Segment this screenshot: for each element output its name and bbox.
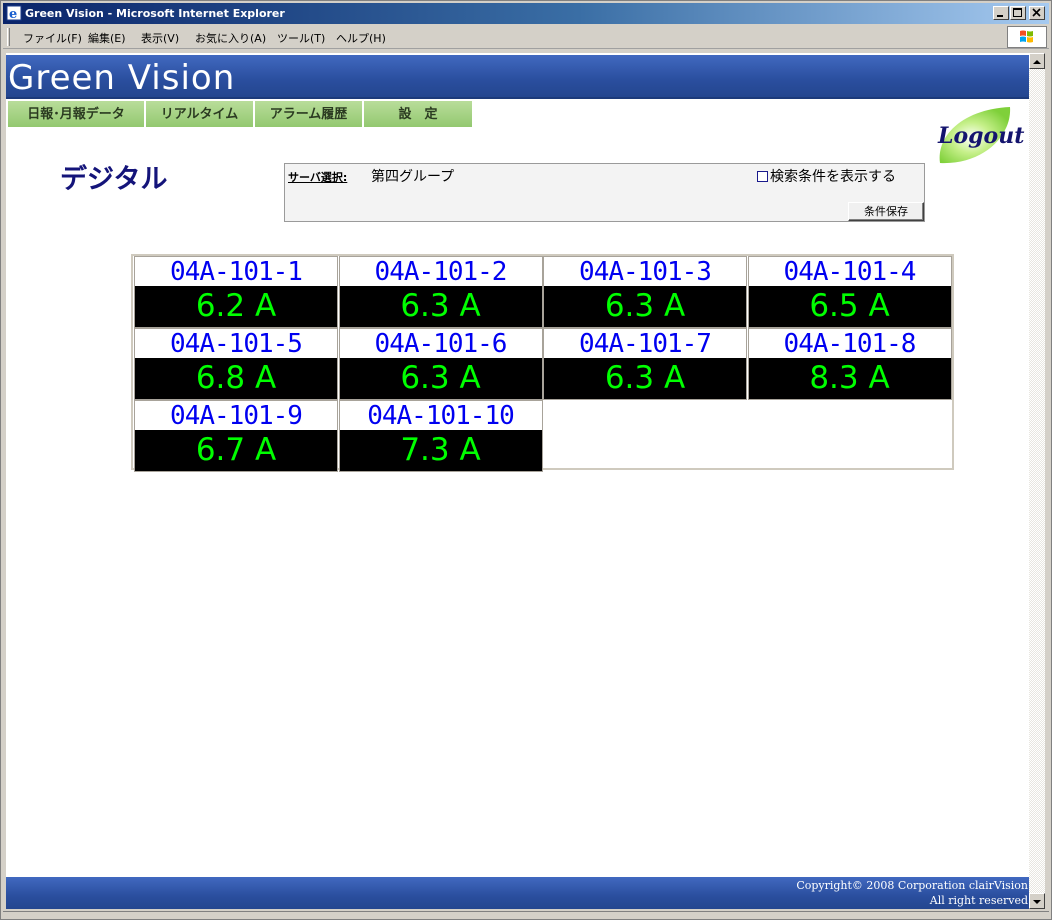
- title-bar[interactable]: e Green Vision - Microsoft Internet Expl…: [3, 3, 1049, 24]
- meter-name: 04A-101-8: [748, 329, 951, 359]
- menu-bar: ファイル(F) 編集(E) 表示(V) お気に入り(A) ツール(T) ヘルプ(…: [3, 25, 1049, 49]
- menu-tools[interactable]: ツール(T): [277, 30, 325, 46]
- minimize-button[interactable]: [993, 6, 1009, 20]
- tab-alarm-history[interactable]: アラーム履歴: [255, 101, 364, 127]
- meter-cell: 04A-101-5 6.8 A: [134, 328, 338, 400]
- minimize-icon: [997, 15, 1003, 17]
- windows-logo-icon: [1007, 26, 1047, 48]
- internet-explorer-icon: e: [6, 5, 22, 21]
- tab-settings[interactable]: 設 定: [364, 101, 472, 127]
- app-title: Green Vision: [8, 58, 236, 98]
- toolbar-grip[interactable]: [7, 28, 10, 46]
- page-title: デジタル: [60, 164, 168, 195]
- meter-name: 04A-101-6: [339, 329, 542, 359]
- logout-button[interactable]: Logout: [934, 105, 1024, 169]
- server-select-label[interactable]: サーバ選択:: [288, 169, 347, 185]
- meter-name: 04A-101-5: [135, 329, 337, 359]
- menu-view[interactable]: 表示(V): [141, 30, 179, 46]
- meter-value: 6.3 A: [339, 286, 542, 327]
- menu-help[interactable]: ヘルプ(H): [336, 30, 386, 46]
- server-select-value[interactable]: 第四グループ: [371, 166, 454, 186]
- close-icon: [1032, 8, 1041, 17]
- meter-cell: 04A-101-8 8.3 A: [747, 328, 952, 400]
- logout-label: Logout: [938, 123, 1025, 149]
- copyright-line-1: Copyright© 2008 Corporation clairVision: [796, 879, 1028, 892]
- app-header: Green Vision: [6, 55, 1029, 99]
- copyright: Copyright© 2008 Corporation clairVision …: [796, 878, 1028, 908]
- meter-value: 6.3 A: [544, 358, 746, 399]
- browser-window: e Green Vision - Microsoft Internet Expl…: [0, 0, 1052, 920]
- meter-value: 6.2 A: [135, 286, 337, 327]
- copyright-line-2: All right reserved: [929, 894, 1028, 907]
- meter-cell: 04A-101-2 6.3 A: [338, 256, 543, 328]
- window-title: Green Vision - Microsoft Internet Explor…: [25, 7, 285, 20]
- meter-value: 6.8 A: [135, 358, 337, 399]
- meter-name: 04A-101-1: [135, 257, 337, 287]
- meter-value: 7.3 A: [339, 430, 542, 471]
- checkbox-box[interactable]: [757, 171, 768, 182]
- meter-cell: 04A-101-3 6.3 A: [543, 256, 747, 328]
- menu-file[interactable]: ファイル(F): [23, 30, 82, 46]
- menu-edit[interactable]: 編集(E): [88, 30, 126, 46]
- meter-cell: 04A-101-10 7.3 A: [338, 400, 543, 472]
- meter-cell: 04A-101-4 6.5 A: [747, 256, 952, 328]
- arrow-up-icon: [1033, 60, 1041, 64]
- meter-name: 04A-101-3: [544, 257, 746, 287]
- meter-value: 8.3 A: [748, 358, 951, 399]
- meter-cell: 04A-101-6 6.3 A: [338, 328, 543, 400]
- app-footer: Copyright© 2008 Corporation clairVision …: [6, 877, 1029, 909]
- meter-value: 6.3 A: [339, 358, 542, 399]
- meter-value: 6.5 A: [748, 286, 951, 327]
- menu-favorites[interactable]: お気に入り(A): [195, 30, 266, 46]
- svg-text:e: e: [9, 7, 17, 21]
- show-conditions-label[interactable]: 検索条件を表示する: [770, 169, 896, 185]
- meter-name: 04A-101-4: [748, 257, 951, 287]
- search-panel: サーバ選択: 第四グループ 検索条件を表示する 条件保存: [284, 163, 925, 222]
- save-conditions-button[interactable]: 条件保存: [848, 202, 924, 221]
- tab-realtime[interactable]: リアルタイム: [146, 101, 255, 127]
- maximize-icon: [1013, 8, 1022, 17]
- tab-daily-monthly-data[interactable]: 日報･月報データ: [8, 101, 146, 127]
- meter-name: 04A-101-7: [544, 329, 746, 359]
- maximize-button[interactable]: [1010, 6, 1026, 20]
- scroll-down-button[interactable]: [1029, 893, 1045, 909]
- scroll-up-button[interactable]: [1029, 53, 1045, 69]
- page-content: Green Vision 日報･月報データ リアルタイム アラーム履歴 設 定 …: [6, 53, 1029, 909]
- meter-name: 04A-101-10: [339, 401, 542, 431]
- close-button[interactable]: [1029, 6, 1045, 20]
- meter-name: 04A-101-9: [135, 401, 337, 431]
- meter-cell: 04A-101-9 6.7 A: [134, 400, 338, 472]
- meter-name: 04A-101-2: [339, 257, 542, 287]
- digital-meter-grid: 04A-101-1 6.2 A 04A-101-2 6.3 A 04A-101-3 6.3…: [131, 254, 954, 472]
- status-bar: [3, 911, 1049, 919]
- meter-value: 6.7 A: [135, 430, 337, 471]
- arrow-down-icon: [1033, 900, 1041, 904]
- meter-cell: 04A-101-7 6.3 A: [543, 328, 747, 400]
- vertical-scrollbar[interactable]: [1029, 53, 1045, 909]
- meter-value: 6.3 A: [544, 286, 746, 327]
- meter-cell: 04A-101-1 6.2 A: [134, 256, 338, 328]
- show-conditions-checkbox[interactable]: 検索条件を表示する: [757, 166, 896, 186]
